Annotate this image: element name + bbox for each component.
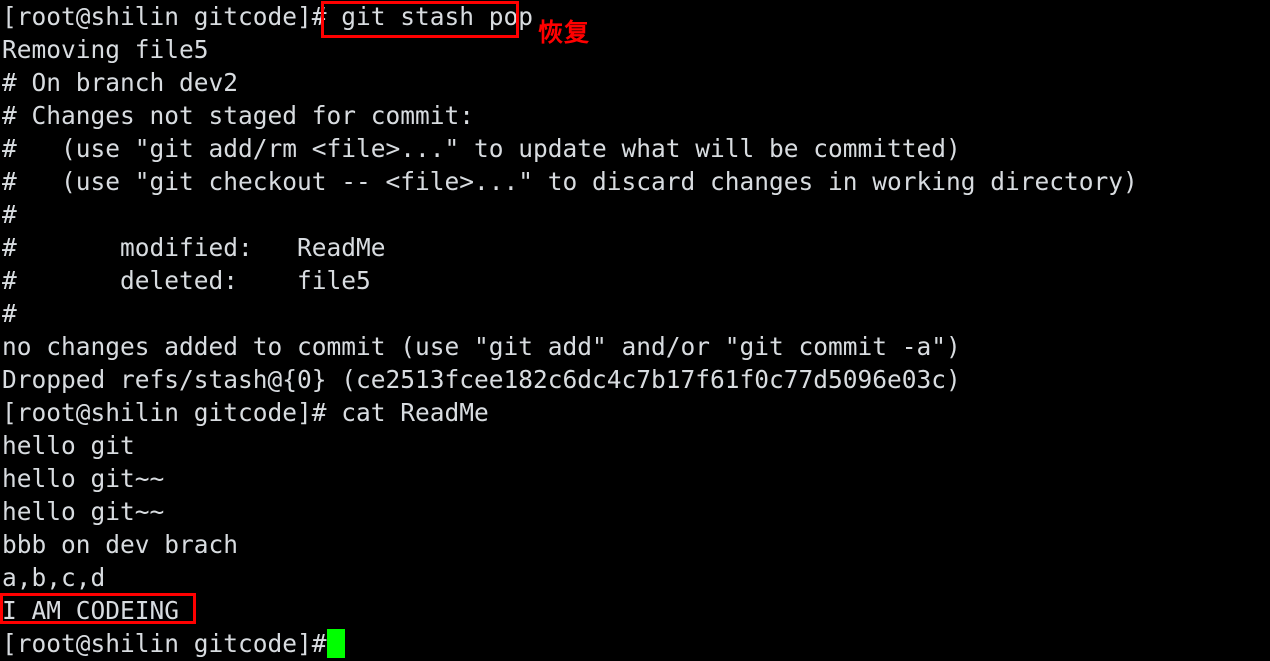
terminal-line-text: I AM CODEING (2, 596, 180, 625)
terminal-line: Dropped refs/stash@{0} (ce2513fcee182c6d… (0, 363, 1270, 396)
terminal-line: no changes added to commit (use "git add… (0, 330, 1270, 363)
terminal-line: hello git~~ (0, 495, 1270, 528)
terminal-line-text: # (2, 299, 17, 328)
terminal-line-text: bbb on dev brach (2, 530, 239, 559)
terminal-line-text: hello git (2, 431, 135, 460)
terminal-line-text: [root@shilin gitcode]# cat ReadMe (2, 398, 489, 427)
terminal-line: hello git~~ (0, 462, 1270, 495)
terminal-line: a,b,c,d (0, 561, 1270, 594)
terminal-line: [root@shilin gitcode]# git stash pop (0, 0, 1270, 33)
terminal-prompt-text: [root@shilin gitcode]# (2, 629, 342, 658)
terminal-line-text: hello git~~ (2, 464, 165, 493)
terminal-line-text: # modified: ReadMe (2, 233, 386, 262)
terminal-line: Removing file5 (0, 33, 1270, 66)
terminal-line-text: # (2, 200, 17, 229)
terminal-line: # deleted: file5 (0, 264, 1270, 297)
terminal-line: [root@shilin gitcode]# cat ReadMe (0, 396, 1270, 429)
terminal-line: I AM CODEING (0, 594, 1270, 627)
terminal-line-text: a,b,c,d (2, 563, 106, 592)
terminal-line: # On branch dev2 (0, 66, 1270, 99)
terminal-window[interactable]: [root@shilin gitcode]# git stash pop Rem… (0, 0, 1270, 661)
terminal-line: # (0, 198, 1270, 231)
terminal-line: # (use "git add/rm <file>..." to update … (0, 132, 1270, 165)
terminal-line: bbb on dev brach (0, 528, 1270, 561)
terminal-line-text: hello git~~ (2, 497, 165, 526)
terminal-line-text: Removing file5 (2, 35, 209, 64)
terminal-line-text: # deleted: file5 (2, 266, 371, 295)
terminal-line-text: # (use "git checkout -- <file>..." to di… (2, 167, 1138, 196)
terminal-line-text: # On branch dev2 (2, 68, 239, 97)
terminal-line-text: Dropped refs/stash@{0} (ce2513fcee182c6d… (2, 365, 961, 394)
terminal-line: [root@shilin gitcode]# (0, 627, 1270, 660)
terminal-line-text: [root@shilin gitcode]# git stash pop (2, 2, 534, 31)
terminal-line: # (use "git checkout -- <file>..." to di… (0, 165, 1270, 198)
terminal-line-text: # (use "git add/rm <file>..." to update … (2, 134, 961, 163)
terminal-line: hello git (0, 429, 1270, 462)
terminal-line: # modified: ReadMe (0, 231, 1270, 264)
terminal-cursor (327, 629, 345, 658)
annotation-note-restore: 恢复 (538, 18, 591, 47)
terminal-line: # Changes not staged for commit: (0, 99, 1270, 132)
terminal-line: # (0, 297, 1270, 330)
terminal-line-text: # Changes not staged for commit: (2, 101, 475, 130)
terminal-line-text: no changes added to commit (use "git add… (2, 332, 961, 361)
